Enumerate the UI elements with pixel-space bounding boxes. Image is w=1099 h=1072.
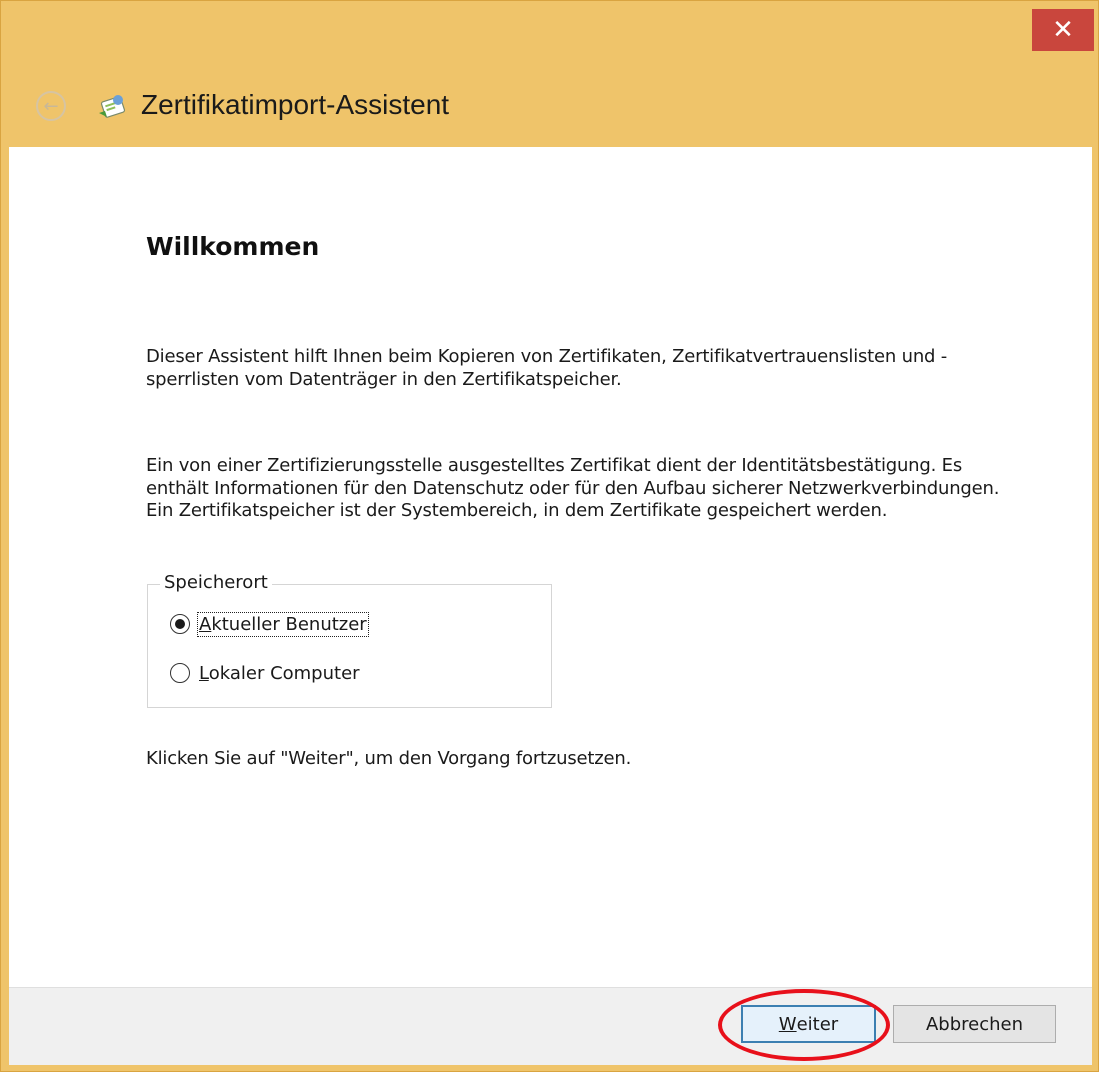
radio-current-user[interactable]: Aktueller Benutzer xyxy=(170,610,369,638)
page-heading: Willkommen xyxy=(146,232,320,261)
wizard-window: ✕ ← Zertifikatimport-Assistent xyxy=(0,0,1099,1072)
cancel-button[interactable]: Abbrechen xyxy=(893,1005,1056,1043)
close-button[interactable]: ✕ xyxy=(1032,9,1094,51)
content-panel xyxy=(9,147,1092,987)
radio-local-computer-label[interactable]: Lokaler Computer xyxy=(198,662,361,685)
radio-button-unchecked[interactable] xyxy=(170,663,190,683)
back-button[interactable]: ← xyxy=(36,91,66,121)
radio-local-computer[interactable]: Lokaler Computer xyxy=(170,659,361,687)
radio-button-checked[interactable] xyxy=(170,614,190,634)
back-arrow-icon: ← xyxy=(43,95,59,117)
description-text: Ein von einer Zertifizierungsstelle ausg… xyxy=(146,455,1000,521)
close-icon: ✕ xyxy=(1052,15,1074,45)
window-title: Zertifikatimport-Assistent xyxy=(141,89,450,120)
intro-text: Dieser Assistent hilft Ihnen beim Kopier… xyxy=(146,346,948,390)
store-location-group xyxy=(147,584,552,708)
continue-hint: Klicken Sie auf "Weiter", um den Vorgang… xyxy=(146,748,632,769)
next-button[interactable]: Weiter xyxy=(741,1005,876,1043)
radio-current-user-label[interactable]: Aktueller Benutzer xyxy=(197,611,369,637)
certificate-wizard-icon xyxy=(99,95,126,118)
store-location-legend: Speicherort xyxy=(160,570,272,596)
